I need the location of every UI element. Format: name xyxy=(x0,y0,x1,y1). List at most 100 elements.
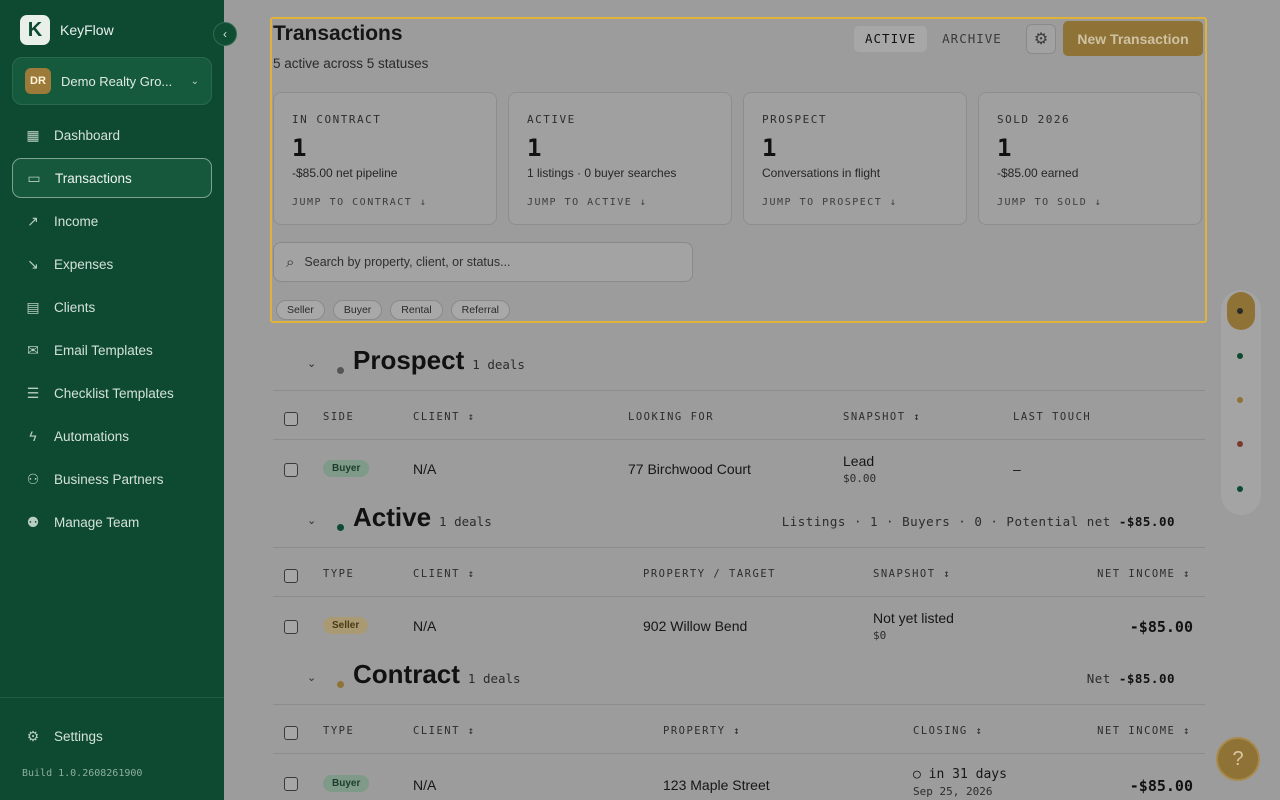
app-name: KeyFlow xyxy=(60,22,114,38)
column-client[interactable]: CLIENT ↕ xyxy=(413,411,476,423)
table-row[interactable]: Buyer N/A 123 Maple Street ○ in 31 days S… xyxy=(273,754,1205,800)
checklist-icon: ☰ xyxy=(26,384,40,401)
status-dot xyxy=(337,367,344,374)
filter-chips: Seller Buyer Rental Referral xyxy=(276,300,511,320)
sidebar-item-business-partners[interactable]: ⚇ Business Partners xyxy=(12,459,212,499)
snapshot-text: Lead xyxy=(843,453,875,469)
table-header: TYPE CLIENT ↕ PROPERTY / TARGET SNAPSHOT… xyxy=(273,547,1205,597)
gear-icon: ⚙ xyxy=(1033,31,1049,48)
column-client[interactable]: CLIENT ↕ xyxy=(413,568,476,580)
snapshot-text: Not yet listed xyxy=(873,610,954,626)
contacts-icon: ▤ xyxy=(26,298,40,315)
card-in-contract[interactable]: IN CONTRACT 1 -$85.00 net pipeline JUMP … xyxy=(273,92,497,225)
table-row[interactable]: Buyer N/A 77 Birchwood Court Lead $0.00 – xyxy=(273,440,1205,500)
summary-cards: IN CONTRACT 1 -$85.00 net pipeline JUMP … xyxy=(273,92,1202,225)
table-header: SIDE CLIENT ↕ LOOKING FOR SNAPSHOT ↕ LAS… xyxy=(273,390,1205,440)
settings-button[interactable]: ⚙ xyxy=(1026,24,1056,54)
section-navigator xyxy=(1221,290,1261,515)
filter-seller[interactable]: Seller xyxy=(276,300,325,320)
sidebar-item-dashboard[interactable]: ▦ Dashboard xyxy=(12,115,212,155)
sidebar-item-label: Expenses xyxy=(54,256,114,272)
select-all-checkbox[interactable] xyxy=(284,569,298,583)
help-icon: ? xyxy=(1232,747,1244,770)
card-desc: -$85.00 earned xyxy=(997,166,1079,180)
tab-active[interactable]: ACTIVE xyxy=(854,26,928,52)
net-income-cell: -$85.00 xyxy=(1129,777,1193,795)
card-label: ACTIVE xyxy=(527,113,576,126)
sidebar-item-income[interactable]: ↗ Income xyxy=(12,201,212,241)
team-icon: ⚉ xyxy=(26,513,40,530)
jump-link[interactable]: JUMP TO SOLD ↓ xyxy=(997,197,1102,208)
sidebar-item-checklist-templates[interactable]: ☰ Checklist Templates xyxy=(12,373,212,413)
select-all-checkbox[interactable] xyxy=(284,412,298,426)
org-name: Demo Realty Gro... xyxy=(61,73,173,89)
help-button[interactable]: ? xyxy=(1216,737,1260,781)
section-header[interactable]: ⌄ Prospect 1 deals xyxy=(273,345,1205,395)
column-looking-for: LOOKING FOR xyxy=(628,411,715,423)
side-badge: Buyer xyxy=(323,460,370,477)
collapse-sidebar-button[interactable]: ‹ xyxy=(213,22,237,46)
row-checkbox[interactable] xyxy=(284,463,298,477)
column-type: TYPE xyxy=(323,725,355,737)
org-switcher[interactable]: DR Demo Realty Gro... ⌄ xyxy=(12,57,212,105)
sidebar-item-automations[interactable]: ϟ Automations xyxy=(12,416,212,456)
org-avatar: DR xyxy=(25,68,51,94)
sidebar-item-email-templates[interactable]: ✉ Email Templates xyxy=(12,330,212,370)
filter-referral[interactable]: Referral xyxy=(450,300,511,320)
snapshot-cell: Lead $0.00 xyxy=(843,453,876,485)
sidebar-item-transactions[interactable]: ▭ Transactions xyxy=(12,158,212,198)
column-snapshot[interactable]: SNAPSHOT ↕ xyxy=(843,411,921,423)
column-last-touch: LAST TOUCH xyxy=(1013,411,1092,423)
column-snapshot[interactable]: SNAPSHOT ↕ xyxy=(873,568,951,580)
search-placeholder: Search by property, client, or status... xyxy=(304,255,511,269)
row-checkbox[interactable] xyxy=(284,777,298,791)
brand[interactable]: K KeyFlow xyxy=(20,15,114,45)
filter-buyer[interactable]: Buyer xyxy=(332,300,383,320)
rail-dot-active[interactable] xyxy=(1237,353,1243,359)
rail-dot-sold[interactable] xyxy=(1237,441,1243,447)
card-sold[interactable]: SOLD 2026 1 -$85.00 earned JUMP TO SOLD … xyxy=(978,92,1202,225)
row-checkbox[interactable] xyxy=(284,620,298,634)
rail-dot-top[interactable] xyxy=(1237,308,1243,314)
filter-rental[interactable]: Rental xyxy=(390,300,443,320)
search-input[interactable]: ⌕ Search by property, client, or status.… xyxy=(273,242,693,282)
column-property[interactable]: PROPERTY ↕ xyxy=(663,725,741,737)
card-label: SOLD 2026 xyxy=(997,113,1071,126)
card-label: IN CONTRACT xyxy=(292,113,382,126)
snapshot-sub: $0 xyxy=(873,629,887,642)
column-property-target: PROPERTY / TARGET xyxy=(643,568,776,580)
section-title-text: Active xyxy=(353,502,432,532)
sidebar-item-manage-team[interactable]: ⚉ Manage Team xyxy=(12,502,212,542)
main-content: Transactions 5 active across 5 statuses … xyxy=(224,0,1280,800)
sidebar-item-label: Clients xyxy=(54,299,96,315)
section-header[interactable]: ⌄ Contract 1 deals Net -$85.00 xyxy=(273,659,1205,709)
briefcase-icon: ▭ xyxy=(27,169,41,186)
sidebar-item-expenses[interactable]: ↘ Expenses xyxy=(12,244,212,284)
column-closing[interactable]: CLOSING ↕ xyxy=(913,725,983,737)
sidebar-item-label: Email Templates xyxy=(54,342,153,358)
card-prospect[interactable]: PROSPECT 1 Conversations in flight JUMP … xyxy=(743,92,967,225)
section-title-text: Contract xyxy=(353,659,460,689)
column-net-income[interactable]: NET INCOME ↕ xyxy=(1097,725,1191,737)
sidebar-item-clients[interactable]: ▤ Clients xyxy=(12,287,212,327)
tab-archive[interactable]: ARCHIVE xyxy=(931,26,1013,52)
table-row[interactable]: Seller N/A 902 Willow Bend Not yet liste… xyxy=(273,597,1205,657)
section-header[interactable]: ⌄ Active 1 deals Listings · 1 · Buyers · … xyxy=(273,502,1205,552)
looking-for-cell: 77 Birchwood Court xyxy=(628,461,751,477)
column-net-income[interactable]: NET INCOME ↕ xyxy=(1097,568,1191,580)
client-cell: N/A xyxy=(413,461,437,477)
select-all-checkbox[interactable] xyxy=(284,726,298,740)
column-client[interactable]: CLIENT ↕ xyxy=(413,725,476,737)
sidebar-nav: ▦ Dashboard ▭ Transactions ↗ Income ↘ Expens… xyxy=(12,115,212,545)
jump-link[interactable]: JUMP TO PROSPECT ↓ xyxy=(762,197,897,208)
rail-dot-archive[interactable] xyxy=(1237,486,1243,492)
sidebar-item-label: Checklist Templates xyxy=(54,385,174,401)
rail-dot-contract[interactable] xyxy=(1237,397,1243,403)
sidebar-item-label: Dashboard xyxy=(54,127,121,143)
new-transaction-button[interactable]: New Transaction xyxy=(1063,21,1203,56)
card-active[interactable]: ACTIVE 1 1 listings · 0 buyer searches J… xyxy=(508,92,732,225)
build-version: Build 1.0.2608261900 xyxy=(22,768,143,779)
jump-link[interactable]: JUMP TO CONTRACT ↓ xyxy=(292,197,427,208)
jump-link[interactable]: JUMP TO ACTIVE ↓ xyxy=(527,197,647,208)
sidebar-item-settings[interactable]: ⚙ Settings xyxy=(12,718,212,754)
